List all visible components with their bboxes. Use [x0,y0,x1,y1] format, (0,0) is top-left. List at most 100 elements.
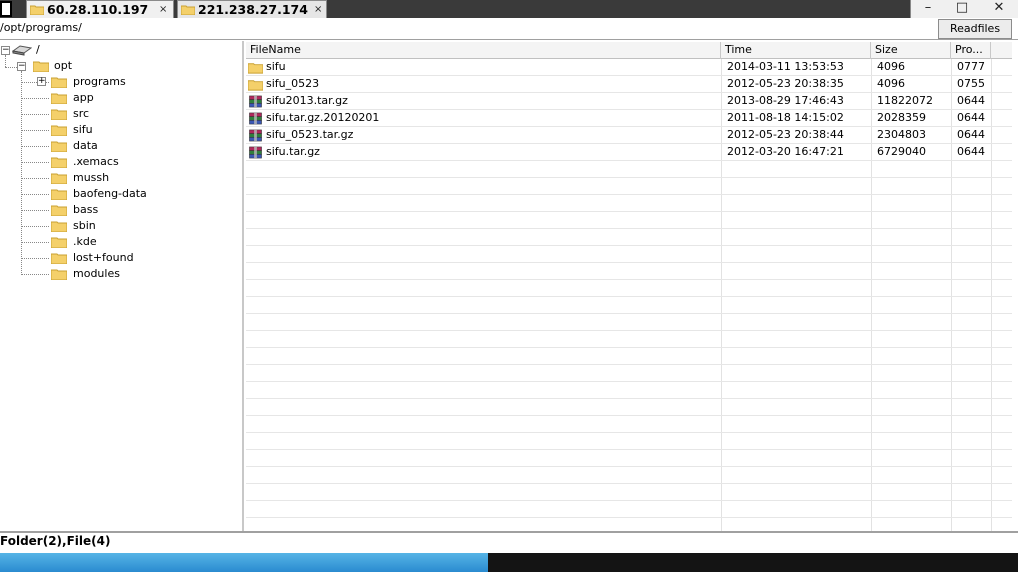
empty-row [246,501,1012,518]
folder-icon [51,269,67,280]
empty-row [246,467,1012,484]
list-header: FileName Time Size Pro... [246,42,1012,59]
status-bar [0,531,1018,553]
file-permission: 0644 [957,111,985,124]
file-row[interactable]: sifu_0523.tar.gz 2012-05-23 20:38:44 23048… [246,127,1012,144]
close-button[interactable]: ✕ [979,0,1018,18]
empty-row [246,229,1012,246]
collapse-toggle[interactable]: − [17,62,26,71]
file-name: sifu_0523.tar.gz [266,128,354,141]
tree-item[interactable]: sbin [73,218,96,234]
folder-icon [51,141,67,152]
window-controls: – □ ✕ [910,0,1018,18]
drive-icon [12,45,32,56]
folder-icon [248,63,263,74]
empty-row [246,263,1012,280]
empty-row [246,382,1012,399]
folder-icon [51,237,67,248]
tree-item[interactable]: data [73,138,98,154]
file-size: 4096 [877,77,905,90]
file-name: sifu_0523 [266,77,320,90]
empty-row [246,280,1012,297]
tab-server-1[interactable]: 60.28.110.197 × [26,0,174,18]
folder-icon [181,5,195,15]
tree-item[interactable]: bass [73,202,98,218]
column-header-permission[interactable]: Pro... [951,42,991,59]
tab-label: 221.238.27.174 [198,2,308,17]
tree-item-opt[interactable]: opt [54,58,72,74]
folder-icon [51,77,67,88]
tab-close-button[interactable]: × [314,1,322,18]
tree-item[interactable]: baofeng-data [73,186,147,202]
file-time: 2013-08-29 17:46:43 [727,94,844,107]
folder-icon [51,205,67,216]
folder-icon [30,5,44,15]
folder-icon [51,189,67,200]
readfiles-button[interactable]: Readfiles [938,19,1012,39]
file-row[interactable]: sifu.tar.gz 2012-03-20 16:47:21 6729040 064… [246,144,1012,161]
folder-tree: − / − opt + programs app src sifu data .xemacs… [0,41,244,531]
maximize-button[interactable]: □ [945,0,979,18]
tree-item[interactable]: mussh [73,170,109,186]
file-size: 4096 [877,60,905,73]
file-size: 11822072 [877,94,933,107]
file-row[interactable]: sifu 2014-03-11 13:53:53 4096 0777 [246,59,1012,76]
path-bar [0,18,1018,40]
status-text: Folder(2),File(4) [0,534,111,548]
tab-label: 60.28.110.197 [47,2,149,17]
empty-row [246,314,1012,331]
archive-icon [249,146,262,159]
empty-row [246,416,1012,433]
folder-icon [248,80,263,91]
tree-item[interactable]: app [73,90,94,106]
empty-row [246,433,1012,450]
expand-toggle[interactable]: + [37,77,46,86]
folder-icon [51,157,67,168]
empty-row [246,246,1012,263]
sidebar-toggle[interactable] [0,1,12,17]
file-row[interactable]: sifu.tar.gz.20120201 2011-08-18 14:15:02 2… [246,110,1012,127]
tree-item[interactable]: .kde [73,234,97,250]
file-row[interactable]: sifu_0523 2012-05-23 20:38:35 4096 0755 [246,76,1012,93]
file-permission: 0644 [957,128,985,141]
file-name: sifu.tar.gz.20120201 [266,111,380,124]
column-header-filename[interactable]: FileName [246,42,721,59]
file-name: sifu2013.tar.gz [266,94,348,107]
folder-icon [51,125,67,136]
folder-icon [51,221,67,232]
folder-icon [33,61,49,72]
empty-row [246,212,1012,229]
file-size: 2028359 [877,111,926,124]
file-permission: 0777 [957,60,985,73]
taskbar-dark-area [488,553,1018,572]
collapse-toggle[interactable]: − [1,46,10,55]
path-input[interactable]: /opt/programs/ [0,21,82,34]
file-time: 2014-03-11 13:53:53 [727,60,844,73]
tab-server-2[interactable]: 221.238.27.174 × [177,0,327,18]
minimize-button[interactable]: – [911,0,945,18]
tree-item[interactable]: .xemacs [73,154,119,170]
tree-item-root[interactable]: / [36,42,40,58]
archive-icon [249,129,262,142]
file-permission: 0644 [957,145,985,158]
tree-item[interactable]: lost+found [73,250,134,266]
column-header-time[interactable]: Time [721,42,871,59]
empty-row [246,365,1012,382]
folder-icon [51,253,67,264]
tree-item[interactable]: programs [73,74,126,90]
folder-icon [51,109,67,120]
file-row[interactable]: sifu2013.tar.gz 2013-08-29 17:46:43 118220… [246,93,1012,110]
file-time: 2012-05-23 20:38:35 [727,77,844,90]
empty-row [246,195,1012,212]
archive-icon [249,95,262,108]
tree-item[interactable]: sifu [73,122,93,138]
tab-close-button[interactable]: × [159,1,167,18]
file-permission: 0755 [957,77,985,90]
folder-icon [51,173,67,184]
column-header-size[interactable]: Size [871,42,951,59]
folder-icon [51,93,67,104]
empty-row [246,348,1012,365]
tree-item[interactable]: modules [73,266,120,282]
empty-row [246,450,1012,467]
tree-item[interactable]: src [73,106,89,122]
